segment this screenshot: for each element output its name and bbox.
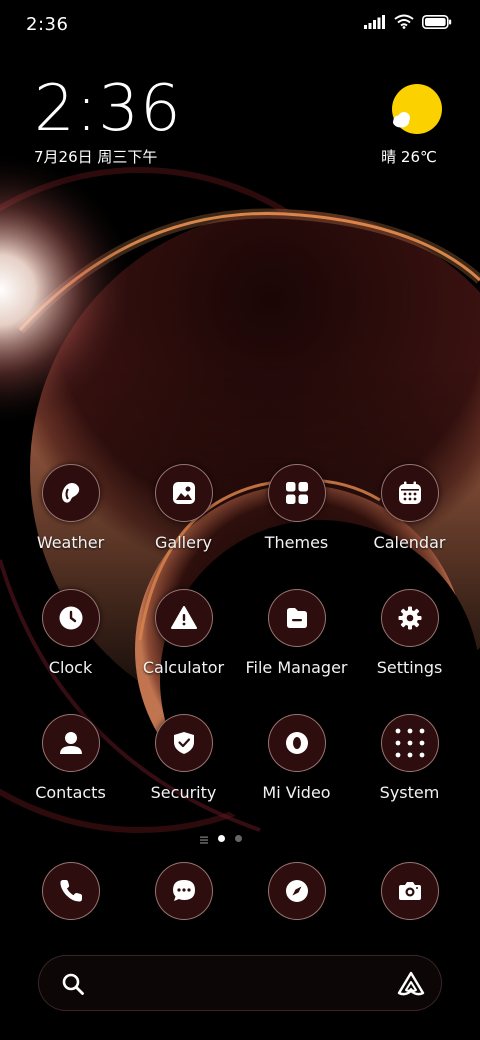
status-bar: 2:36: [0, 0, 480, 50]
widget-time: 2:36: [34, 72, 182, 146]
app-system-folder[interactable]: System: [353, 714, 466, 839]
app-label: Settings: [376, 658, 443, 677]
app-calendar[interactable]: Calendar: [353, 464, 466, 589]
dock-phone[interactable]: [14, 862, 127, 920]
app-label: Clock: [48, 658, 93, 677]
dock-browser[interactable]: [240, 862, 353, 920]
widget-date: 7月26日 周三下午: [34, 148, 158, 166]
app-label: Calendar: [373, 533, 446, 552]
app-label: Weather: [36, 533, 105, 552]
app-themes[interactable]: Themes: [240, 464, 353, 589]
gallery-icon[interactable]: [154, 464, 213, 522]
status-time: 2:36: [26, 14, 69, 35]
app-mi-video[interactable]: Mi Video: [240, 714, 353, 839]
page-dot-active[interactable]: [218, 835, 225, 842]
clock-widget[interactable]: 2:36 7月26日 周三下午: [34, 76, 182, 167]
app-label: Contacts: [35, 783, 106, 802]
search-bar[interactable]: [38, 955, 442, 1011]
assistant-icon[interactable]: [397, 971, 425, 1001]
app-row: Clock Calculator File Manager Settings: [14, 589, 466, 714]
status-icons: [364, 14, 452, 29]
app-grid: Weather Gallery Themes Calendar Clock Ca…: [14, 464, 466, 839]
dock: [14, 862, 466, 920]
page-dot[interactable]: [235, 835, 242, 842]
app-label: Security: [150, 783, 217, 802]
weather-drop-icon[interactable]: [41, 464, 100, 522]
contacts-icon[interactable]: [41, 714, 100, 772]
themes-icon[interactable]: [267, 464, 326, 522]
app-weather[interactable]: Weather: [14, 464, 127, 589]
shield-icon[interactable]: [154, 714, 213, 772]
app-contacts[interactable]: Contacts: [14, 714, 127, 839]
browser-compass-icon[interactable]: [267, 862, 326, 920]
phone-icon[interactable]: [41, 862, 100, 920]
app-label: Themes: [264, 533, 329, 552]
app-security[interactable]: Security: [127, 714, 240, 839]
app-clock[interactable]: Clock: [14, 589, 127, 714]
weather-temp: 晴 26℃: [381, 148, 437, 166]
app-label: Gallery: [155, 533, 212, 552]
search-icon[interactable]: [61, 972, 85, 1000]
sun-cloud-icon: [392, 84, 442, 134]
app-settings[interactable]: Settings: [353, 589, 466, 714]
signal-icon: [364, 14, 386, 29]
folder-icon[interactable]: [267, 589, 326, 647]
page-indicator[interactable]: [200, 829, 242, 848]
app-row: Contacts Security Mi Video System: [14, 714, 466, 839]
app-gallery[interactable]: Gallery: [127, 464, 240, 589]
app-row: Weather Gallery Themes Calendar: [14, 464, 466, 589]
page-list-icon[interactable]: [200, 829, 208, 848]
gear-icon[interactable]: [380, 589, 439, 647]
calculator-icon[interactable]: [154, 589, 213, 647]
message-icon[interactable]: [154, 862, 213, 920]
dock-messages[interactable]: [127, 862, 240, 920]
system-folder-icon[interactable]: [380, 714, 439, 772]
app-label: Mi Video: [262, 783, 331, 802]
battery-icon: [422, 14, 452, 29]
video-icon[interactable]: [267, 714, 326, 772]
clock-icon[interactable]: [41, 589, 100, 647]
app-label: File Manager: [245, 658, 348, 677]
dock-camera[interactable]: [353, 862, 466, 920]
app-file-manager[interactable]: File Manager: [240, 589, 353, 714]
app-calculator[interactable]: Calculator: [127, 589, 240, 714]
app-label: Calculator: [142, 658, 225, 677]
weather-widget[interactable]: 晴 26℃: [374, 84, 444, 174]
calendar-icon[interactable]: [380, 464, 439, 522]
camera-icon[interactable]: [380, 862, 439, 920]
app-label: System: [379, 783, 440, 802]
wifi-icon: [394, 14, 414, 29]
